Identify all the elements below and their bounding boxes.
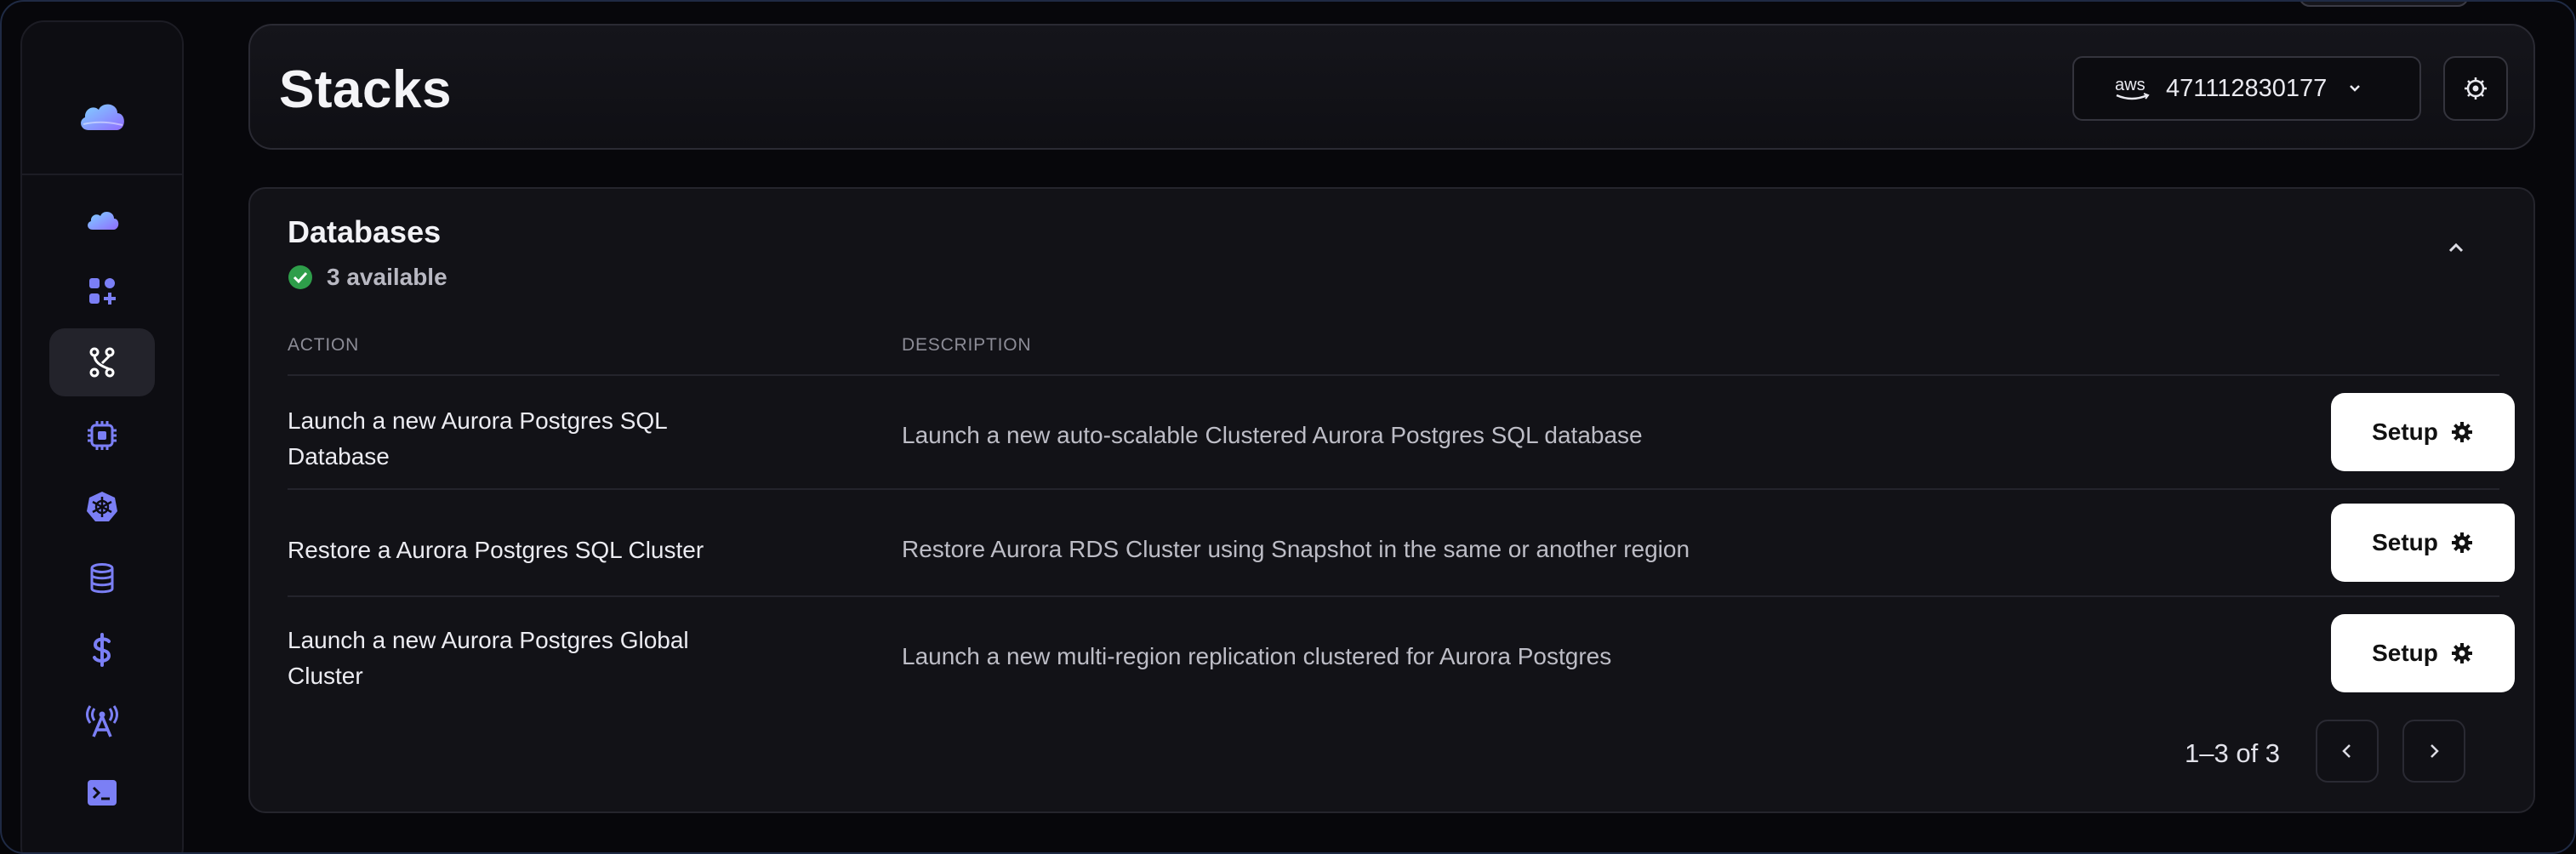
- dollar-icon: [93, 633, 111, 667]
- sidebar-item-compute[interactable]: [49, 401, 155, 470]
- database-icon: [90, 563, 114, 594]
- aws-logo-icon: aws: [2115, 76, 2150, 100]
- previous-page-button[interactable]: [2316, 720, 2379, 783]
- account-id: 471112830177: [2166, 74, 2328, 102]
- sidebar-item-cloud[interactable]: [49, 185, 155, 253]
- top-overflow-button: [2299, 2, 2469, 7]
- column-header-description: DESCRIPTION: [902, 335, 1032, 355]
- table-row: Launch a new Aurora Postgres Global Clus…: [288, 595, 2515, 708]
- app-logo[interactable]: [22, 56, 182, 175]
- availability-count: 3 available: [327, 264, 447, 290]
- table-row: Launch a new Aurora Postgres SQL Databas…: [288, 374, 2515, 487]
- setup-button[interactable]: Setup: [2331, 504, 2515, 582]
- sidebar-item-databases[interactable]: [49, 544, 155, 612]
- setup-button-label: Setup: [2372, 418, 2438, 445]
- terminal-icon: [88, 780, 117, 806]
- chip-icon: [88, 421, 117, 450]
- page-header: Stacks aws 471112830177: [248, 24, 2535, 150]
- column-header-action: ACTION: [288, 335, 360, 355]
- availability-status: 3 available: [288, 264, 447, 291]
- sidebar-item-kubernetes[interactable]: [49, 473, 155, 541]
- sidebar-item-network[interactable]: [49, 687, 155, 755]
- cloud-logo-icon: [81, 104, 124, 130]
- aws-logo-text: aws: [2115, 76, 2146, 94]
- row-action: Restore a Aurora Postgres SQL Cluster: [288, 532, 764, 568]
- row-action-line: Launch a new Aurora Postgres Global: [288, 627, 689, 653]
- chevron-up-icon: [2448, 242, 2464, 253]
- row-action-line: Database: [288, 443, 390, 470]
- cloud-icon: [88, 211, 119, 230]
- gear-icon: [2451, 532, 2472, 553]
- sidebar-item-terminal[interactable]: [49, 759, 155, 827]
- table-row: Restore a Aurora Postgres SQL Cluster Re…: [288, 488, 2515, 601]
- check-circle-icon: [288, 265, 312, 289]
- row-description: Launch a new auto-scalable Clustered Aur…: [902, 422, 1643, 448]
- row-action-line: Cluster: [288, 663, 363, 689]
- app-window: Stacks aws 471112830177 Databases 3 avai…: [0, 0, 2576, 854]
- row-description: Restore Aurora RDS Cluster using Snapsho…: [902, 536, 1690, 562]
- databases-card: Databases 3 available ACTION DESCRIPTION…: [248, 187, 2535, 813]
- git-merge-icon: [89, 347, 115, 378]
- helm-icon: [87, 492, 117, 521]
- gear-icon: [2451, 643, 2472, 663]
- chevron-left-icon: [2342, 744, 2351, 758]
- next-page-button[interactable]: [2402, 720, 2465, 783]
- row-action: Launch a new Aurora Postgres Global Clus…: [288, 623, 764, 694]
- broadcast-tower-icon: [86, 705, 118, 737]
- sidebar-item-apps[interactable]: [49, 257, 155, 325]
- setup-button[interactable]: Setup: [2331, 393, 2515, 471]
- sidebar-item-stacks[interactable]: [49, 328, 155, 396]
- row-action-line: Launch a new Aurora Postgres SQL: [288, 407, 668, 434]
- eye-gear-icon: [2465, 77, 2487, 100]
- setup-button-label: Setup: [2372, 529, 2438, 555]
- gear-icon: [2451, 422, 2472, 442]
- settings-toggle-button[interactable]: [2443, 56, 2508, 121]
- row-action-line: Restore a Aurora Postgres SQL Cluster: [288, 537, 704, 563]
- setup-button-label: Setup: [2372, 640, 2438, 666]
- account-selector[interactable]: aws 471112830177: [2072, 56, 2421, 121]
- row-action: Launch a new Aurora Postgres SQL Databas…: [288, 403, 764, 475]
- setup-button[interactable]: Setup: [2331, 614, 2515, 692]
- pagination-range: 1–3 of 3: [2185, 738, 2281, 768]
- collapse-button[interactable]: [2435, 226, 2477, 269]
- chevron-right-icon: [2431, 744, 2439, 758]
- sidebar-item-billing[interactable]: [49, 616, 155, 684]
- page-title: Stacks: [279, 60, 452, 119]
- apps-add-icon: [89, 278, 116, 305]
- row-description: Launch a new multi-region replication cl…: [902, 643, 1612, 669]
- sidebar: [20, 20, 184, 852]
- databases-title: Databases: [288, 214, 442, 249]
- chevron-down-icon: [2350, 85, 2361, 92]
